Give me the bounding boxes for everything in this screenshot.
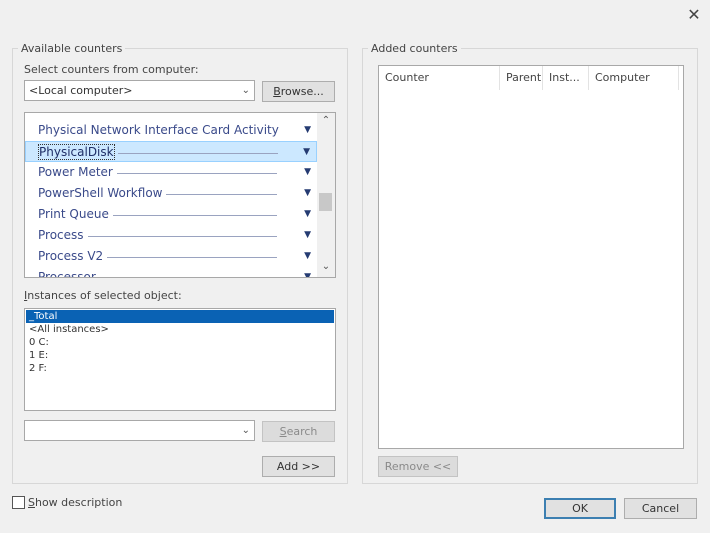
instance-item[interactable]: _Total (26, 310, 334, 323)
chevron-down-icon: ⌄ (241, 425, 250, 436)
object-row-label: Physical Network Interface Card Activity (38, 123, 279, 137)
object-row-leader (166, 194, 277, 195)
added-counters-legend: Added counters (368, 42, 461, 55)
instances-label-text: nstances of selected object: (27, 289, 182, 302)
computer-combobox-value: <Local computer> (29, 84, 133, 97)
show-description-checkbox[interactable] (12, 496, 25, 509)
object-row-leader (107, 257, 277, 258)
scroll-down-icon[interactable]: ⌄ (317, 261, 335, 272)
scroll-up-icon[interactable]: ⌃ (317, 115, 335, 126)
expand-chevron-icon[interactable]: ▼ (304, 183, 311, 204)
object-row-label: PowerShell Workflow (38, 186, 163, 200)
close-icon[interactable]: ✕ (684, 6, 704, 26)
object-list: Physical Network Interface Card Activity… (25, 113, 317, 277)
expand-chevron-icon[interactable]: ▼ (304, 204, 311, 225)
cancel-button[interactable]: Cancel (624, 498, 697, 519)
scroll-thumb[interactable] (319, 193, 332, 211)
instance-item[interactable]: <All instances> (26, 323, 334, 336)
column-header[interactable]: Inst... (543, 66, 589, 90)
ok-button[interactable]: OK (544, 498, 616, 519)
expand-chevron-icon[interactable]: ▼ (304, 267, 311, 277)
instance-item[interactable]: 1 E: (26, 349, 334, 362)
computer-label: Select counters from computer: (24, 63, 199, 76)
object-row-label: Power Meter (38, 165, 113, 179)
instances-label: Instances of selected object: (24, 289, 182, 302)
object-row-label: PhysicalDisk (38, 144, 115, 160)
column-header[interactable]: Computer (589, 66, 679, 90)
object-row[interactable]: Process V2 ▼ (25, 246, 317, 267)
column-header[interactable]: Counter (379, 66, 500, 90)
instances-listbox[interactable]: _Total <All instances> 0 C: 1 E: 2 F: (24, 308, 336, 411)
object-row-leader (113, 215, 277, 216)
expand-chevron-icon[interactable]: ▼ (304, 120, 311, 141)
object-row[interactable]: Process ▼ (25, 225, 317, 246)
expand-chevron-icon[interactable]: ▼ (303, 142, 310, 161)
object-row-label: Print Queue (38, 207, 109, 221)
chevron-down-icon: ⌄ (241, 85, 250, 96)
object-row-leader (117, 173, 277, 174)
show-description-label[interactable]: Show description (28, 496, 122, 509)
object-row[interactable]: Power Meter ▼ (25, 162, 317, 183)
object-row[interactable]: PhysicalDisk ▼ (25, 141, 317, 162)
instance-item[interactable]: 0 C: (26, 336, 334, 349)
object-row-leader (88, 236, 277, 237)
object-row-label: Process (38, 228, 84, 242)
search-button[interactable]: Search (262, 421, 335, 442)
remove-button[interactable]: Remove << (378, 456, 458, 477)
added-counters-list[interactable]: Counter Parent Inst... Computer (378, 65, 684, 449)
object-row-label: Processor (38, 270, 96, 278)
object-row[interactable]: Processor ▼ (25, 267, 317, 278)
computer-combobox[interactable]: <Local computer> ⌄ (24, 80, 255, 101)
instance-item[interactable]: 2 F: (26, 362, 334, 375)
available-counters-legend: Available counters (18, 42, 126, 55)
object-listbox[interactable]: Physical Network Interface Card Activity… (24, 112, 336, 278)
added-counters-header: Counter Parent Inst... Computer (379, 66, 683, 90)
object-row-leader (118, 153, 278, 154)
expand-chevron-icon[interactable]: ▼ (304, 162, 311, 183)
object-list-scrollbar[interactable]: ⌃ ⌄ (317, 113, 335, 277)
column-header[interactable]: Parent (500, 66, 543, 90)
object-row[interactable]: Physical Network Interface Card Activity… (25, 120, 317, 141)
object-row[interactable]: PowerShell Workflow ▼ (25, 183, 317, 204)
expand-chevron-icon[interactable]: ▼ (304, 246, 311, 267)
object-row[interactable]: Print Queue ▼ (25, 204, 317, 225)
search-combobox[interactable]: ⌄ (24, 420, 255, 441)
add-button[interactable]: Add >> (262, 456, 335, 477)
expand-chevron-icon[interactable]: ▼ (304, 225, 311, 246)
object-row-label: Process V2 (38, 249, 104, 263)
browse-button[interactable]: Browse... (262, 81, 335, 102)
instances-list: _Total <All instances> 0 C: 1 E: 2 F: (26, 310, 334, 375)
